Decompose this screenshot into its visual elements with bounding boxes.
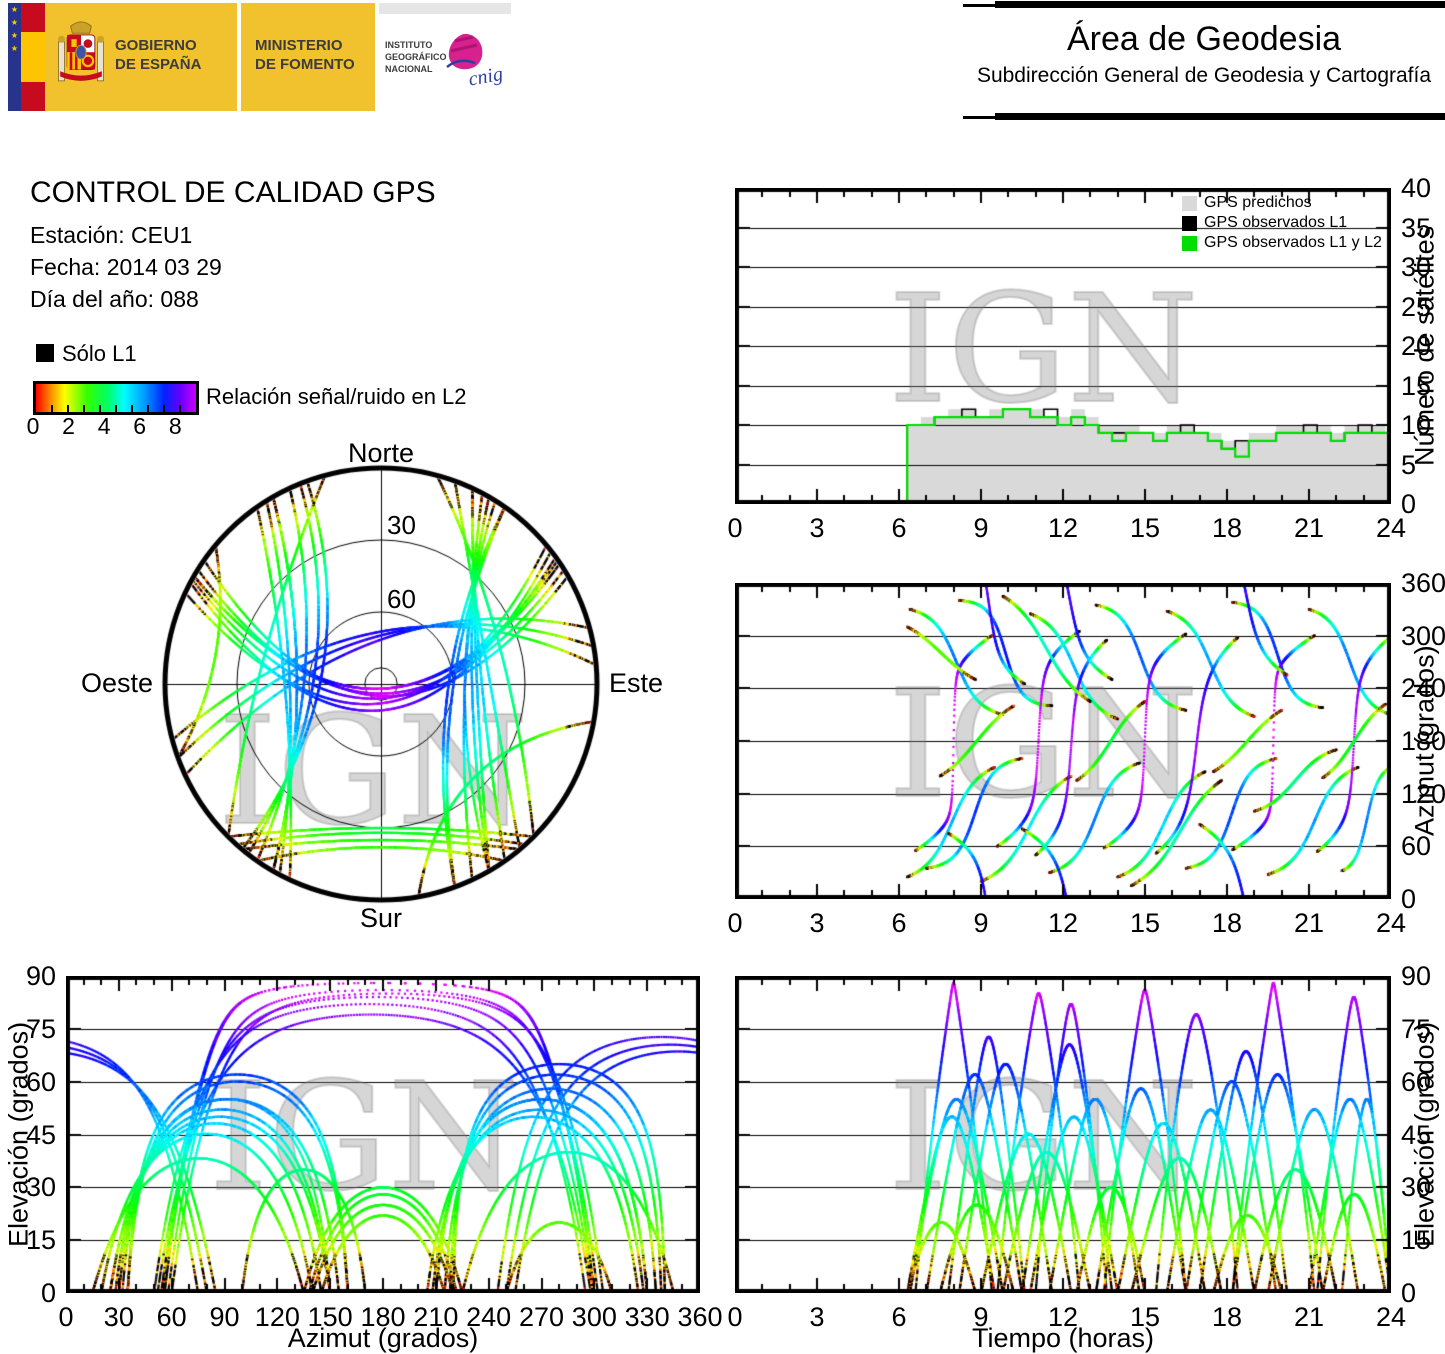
colorbar-tick	[99, 405, 101, 412]
colorbar-tick	[67, 405, 69, 412]
sat-count-ylabel: Número de satélites	[1409, 225, 1440, 467]
elevation-vs-time-canvas	[735, 976, 1391, 1293]
compass-west-label: Oeste	[80, 668, 153, 698]
tick-label: 0	[58, 1302, 74, 1332]
elevation-time-ylabel: Elevación (grados)	[1409, 1021, 1440, 1248]
spain-coat-of-arms	[58, 21, 104, 82]
header-rule-bottom	[995, 113, 1445, 120]
elevation-azimuth-xlabel: Azimut (grados)	[287, 1323, 479, 1353]
tick-label: 0	[727, 513, 743, 543]
colorbar-tick	[179, 405, 181, 412]
spain-flag	[21, 3, 45, 111]
elevation-azimuth-ylabel: Elevación (grados)	[3, 1021, 34, 1248]
eu-stars-icon: ★ ★ ★ ★	[10, 5, 19, 53]
tick-label: 30	[103, 1302, 134, 1332]
colorbar-tick	[83, 405, 85, 412]
colorbar-tick	[131, 405, 133, 412]
area-header: Área de Geodesia Subdirección General de…	[963, 0, 1445, 125]
ign-box: INSTITUTO GEOGRÁFICO NACIONAL cnig	[379, 3, 511, 111]
sky-plot-canvas	[150, 448, 616, 920]
tick-label: 3	[809, 1302, 825, 1332]
ring-30-label: 30	[387, 510, 416, 540]
ministerio-box: MINISTERIO DE FOMENTO	[241, 3, 375, 111]
colorbar-tick	[147, 405, 149, 412]
eu-flag-strip: ★ ★ ★ ★	[8, 3, 21, 111]
snr-colorbar-label: Relación señal/ruido en L2	[206, 384, 467, 409]
doy-line: Día del año: 088	[30, 286, 199, 312]
legend-item: GPS observados L1	[1182, 213, 1382, 233]
tick-label: 24	[1375, 513, 1407, 543]
azimuth-ylabel: Azimut (grados)	[1409, 645, 1440, 837]
tick-label: 21	[1293, 908, 1325, 938]
tick-label: 12	[1047, 908, 1079, 938]
tick-label: 15	[1129, 513, 1161, 543]
tick-label: 24	[1375, 908, 1407, 938]
gobierno-label: GOBIERNO DE ESPAÑA	[115, 37, 202, 73]
tick-label: 8	[168, 413, 182, 439]
elevation-time-xlabel: Tiempo (horas)	[971, 1323, 1155, 1353]
compass-south-label: Sur	[359, 903, 403, 933]
compass-north-label: Norte	[347, 438, 415, 468]
azimuth-vs-time-canvas	[735, 583, 1391, 899]
tick-label: 0	[727, 908, 743, 938]
colorbar-tick	[115, 405, 117, 412]
tick-label: 2	[62, 413, 75, 439]
area-title: Área de Geodesia	[1066, 20, 1342, 58]
tick-label: 0	[26, 413, 40, 439]
legend-label: GPS observados L1	[1204, 214, 1348, 231]
tick-label: 15	[1129, 908, 1161, 938]
header-rule-top	[995, 1, 1445, 8]
date-line: Fecha: 2014 03 29	[30, 254, 222, 280]
cnig-label: cnig	[467, 63, 505, 91]
page-title: CONTROL DE CALIDAD GPS	[30, 176, 436, 209]
station-line: Estación: CEU1	[30, 222, 193, 248]
colorbar-tick	[163, 405, 165, 412]
flag-band-yellow	[21, 32, 45, 82]
tick-label: 330	[624, 1302, 670, 1332]
legend-label: GPS predichos	[1204, 194, 1312, 211]
header-rule-bottom-thin	[963, 116, 995, 119]
tick-label: 21	[1293, 1302, 1325, 1332]
ign-box-topbar	[379, 3, 511, 14]
tick-label: 21	[1293, 513, 1325, 543]
colorbar-tick	[51, 405, 53, 412]
flag-band-red-bottom	[21, 81, 45, 111]
ring-60-label: 60	[387, 584, 416, 614]
tick-label: 3	[809, 513, 825, 543]
legend-item: GPS observados L1 y L2	[1182, 233, 1382, 253]
cnig-logo: cnig	[446, 33, 505, 91]
tick-label: 9	[973, 513, 989, 543]
tick-label: 6	[133, 413, 147, 439]
compass-east-label: Este	[609, 668, 664, 698]
tick-label: 24	[1375, 1302, 1407, 1332]
legend-swatch-icon	[1182, 215, 1197, 231]
legend-item: GPS predichos	[1182, 193, 1382, 213]
tick-label: 4	[97, 413, 111, 439]
solo-l1-swatch	[36, 344, 54, 362]
legend-swatch-icon	[1182, 235, 1197, 251]
tick-label: 9	[973, 908, 989, 938]
ministerio-label: MINISTERIO DE FOMENTO	[255, 37, 355, 73]
ign-label: INSTITUTO GEOGRÁFICO NACIONAL	[385, 40, 447, 75]
legend-swatch-icon	[1182, 195, 1197, 211]
snr-colorbar	[33, 381, 199, 415]
tick-label: 3	[809, 908, 825, 938]
tick-label: 360	[677, 1302, 723, 1332]
header-rule-top-thin	[963, 4, 995, 7]
tick-label: 6	[891, 908, 907, 938]
solo-l1-label: Sólo L1	[62, 341, 137, 366]
elevation-vs-azimuth-canvas	[66, 976, 700, 1293]
satellite-count-legend: GPS predichos GPS observados L1 GPS observ…	[1182, 193, 1382, 253]
legend-label: GPS observados L1 y L2	[1204, 234, 1382, 251]
tick-label: 18	[1211, 513, 1243, 543]
tick-label: 6	[891, 513, 907, 543]
flag-band-red-top	[21, 3, 45, 33]
tick-label: 0	[727, 1302, 743, 1332]
tick-label: 12	[1047, 513, 1079, 543]
gobierno-box: GOBIERNO DE ESPAÑA	[45, 3, 237, 111]
area-subtitle: Subdirección General de Geodesia y Carto…	[976, 64, 1432, 87]
header: ★ ★ ★ ★ GOBIERNO DE ESPAÑA MINISTERIO DE FO…	[0, 0, 1445, 140]
tick-label: 18	[1211, 908, 1243, 938]
